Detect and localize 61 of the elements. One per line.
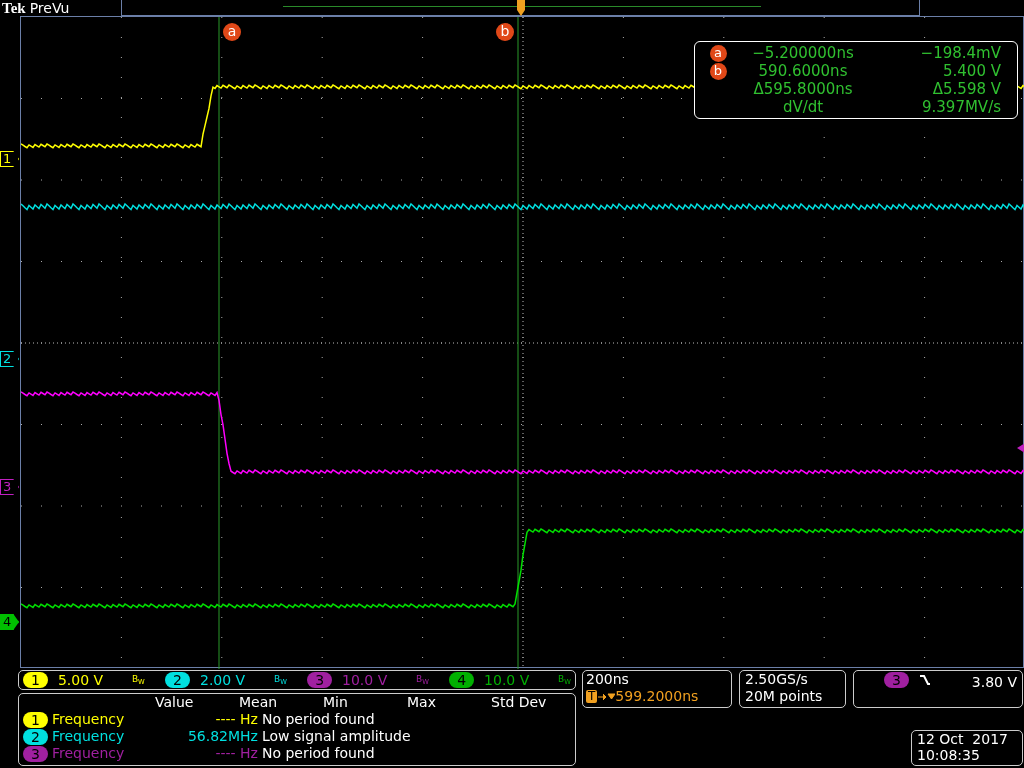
measurement-name: Frequency <box>51 745 126 762</box>
measurement-name: Frequency <box>51 711 126 728</box>
measurement-status: No period found <box>261 711 375 728</box>
trigger-panel[interactable]: 3 3.80 V <box>853 670 1023 708</box>
column-header: Min <box>323 694 349 711</box>
bandwidth-limit-label: B$_{W}$ <box>274 673 287 687</box>
acquisition-panel[interactable]: 2.50GS/s 20M points <box>739 670 846 708</box>
falling-edge-icon <box>918 673 931 687</box>
sample-rate: 2.50GS/s <box>745 671 809 688</box>
readout-value: −198.4mV <box>919 44 1002 62</box>
readout-value: Δ5.598 V <box>931 80 1002 98</box>
trigger-position-icon <box>515 0 527 16</box>
trigger-level: 3.80 V <box>971 673 1017 692</box>
channel-badge: 3 <box>884 672 909 688</box>
timebase-panel[interactable]: 200ns T 599.2000ns <box>582 670 732 708</box>
date-label: 12 Oct 2017 <box>917 731 1009 747</box>
channel-badge: 1 <box>23 711 48 728</box>
cursor-line[interactable] <box>517 17 519 669</box>
cursor-label: a <box>709 44 727 62</box>
mode-label: PreVu <box>29 1 70 15</box>
cursor-line[interactable] <box>218 17 220 669</box>
readout-value: 5.400 V <box>942 62 1002 80</box>
channel-badge: 3 <box>23 745 48 762</box>
trigger-position: 599.2000ns <box>615 688 699 705</box>
channel-badge: 2 <box>165 672 190 688</box>
measurement-status: No period found <box>261 745 375 762</box>
cursor-label: b <box>709 62 727 80</box>
trigger-marker: T <box>586 690 598 703</box>
channel-badge: 1 <box>23 672 48 688</box>
column-header: Value <box>155 694 195 711</box>
brand-logo: Tek <box>2 0 26 16</box>
readout-time: 590.6000ns <box>757 62 849 80</box>
record-length: 20M points <box>745 688 824 705</box>
channel-scale[interactable]: 2.00 V <box>200 669 264 691</box>
channel-scale[interactable]: 10.0 V <box>484 669 549 691</box>
channel-badge: 2 <box>23 728 48 745</box>
channel-badge: 4 <box>449 672 475 688</box>
readout-time: −5.200000ns <box>751 44 855 62</box>
trigger-level-icon <box>1017 443 1024 453</box>
channel-badge: 3 <box>307 672 333 688</box>
measurement-name: Frequency <box>51 728 126 745</box>
measurement-value: 56.82MHz <box>186 728 259 745</box>
bandwidth-limit-label: B$_{W}$ <box>131 673 145 687</box>
cursor-label[interactable]: b <box>496 23 514 41</box>
bandwidth-limit-label: B$_{W}$ <box>416 673 429 687</box>
horizontal-scale: 200ns <box>586 671 630 688</box>
measurement-value: ---- Hz <box>214 745 259 762</box>
channel-scale[interactable]: 5.00 V <box>57 669 122 691</box>
readout-value: 9.397MV/s <box>921 98 1002 116</box>
column-header: Max <box>407 694 437 711</box>
arrow-icon <box>597 691 616 702</box>
column-header: Std Dev <box>491 694 548 711</box>
channel-marker[interactable]: 4 <box>0 614 19 630</box>
measurement-status: Low signal amplitude <box>261 728 411 745</box>
cursor-label[interactable]: a <box>223 23 241 41</box>
time-label: 10:08:35 <box>917 747 981 763</box>
bandwidth-limit-label: B$_{W}$ <box>558 673 571 687</box>
readout-time: dV/dt <box>781 98 825 116</box>
measurement-value: ---- Hz <box>214 711 259 728</box>
column-header: Mean <box>239 694 279 711</box>
readout-time: Δ595.8000ns <box>752 80 854 98</box>
